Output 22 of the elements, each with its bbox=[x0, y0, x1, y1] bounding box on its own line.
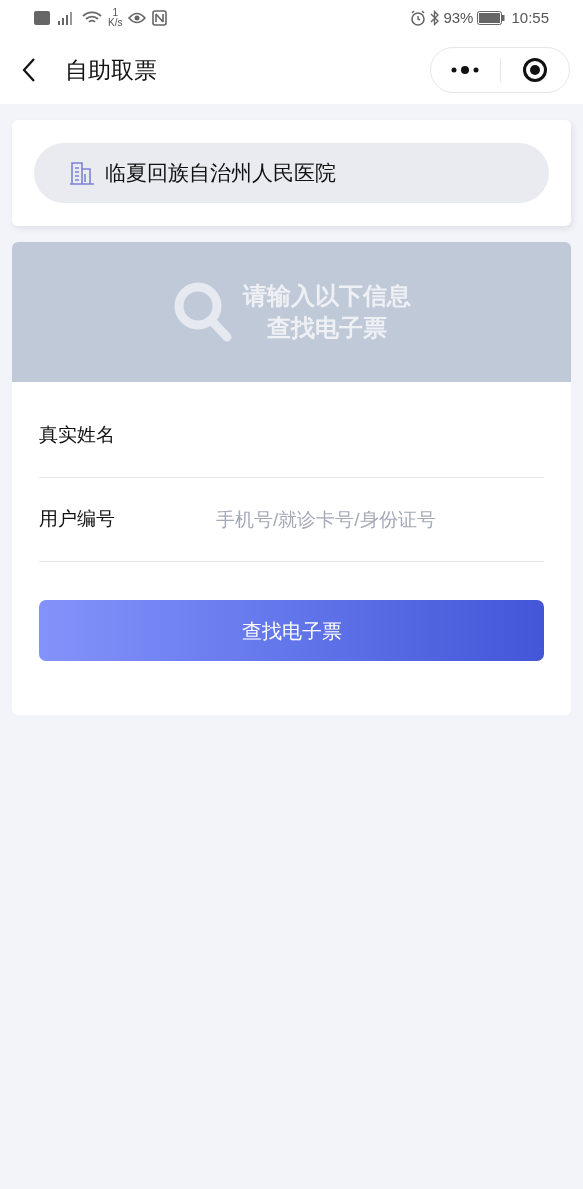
target-icon bbox=[521, 57, 548, 83]
nfc-icon bbox=[152, 10, 168, 26]
back-icon bbox=[22, 57, 36, 83]
speed-unit: K/s bbox=[108, 18, 123, 28]
battery-icon bbox=[477, 11, 506, 25]
speed-value: 1 bbox=[112, 8, 118, 18]
field-label: 真实姓名 bbox=[39, 423, 116, 448]
wifi-icon bbox=[82, 11, 102, 25]
bluetooth-icon bbox=[430, 10, 440, 26]
field-label: 用户编号 bbox=[39, 507, 116, 532]
hospital-selector[interactable]: 临夏回族自治州人民医院 bbox=[34, 143, 549, 203]
search-ticket-button[interactable]: 查找电子票 bbox=[39, 600, 544, 661]
clock-time: 10:55 bbox=[511, 7, 549, 28]
alarm-icon bbox=[410, 10, 427, 26]
building-icon bbox=[69, 161, 95, 185]
input-field[interactable]: 手机号/就诊卡号/身份证号 bbox=[216, 499, 544, 540]
more-icon bbox=[450, 65, 481, 75]
eye-icon bbox=[128, 12, 147, 24]
hospital-name: 临夏回族自治州人民医院 bbox=[105, 160, 336, 187]
search-icon bbox=[172, 281, 233, 343]
page-title: 自助取票 bbox=[65, 55, 158, 85]
battery-percent: 93% bbox=[443, 7, 474, 28]
